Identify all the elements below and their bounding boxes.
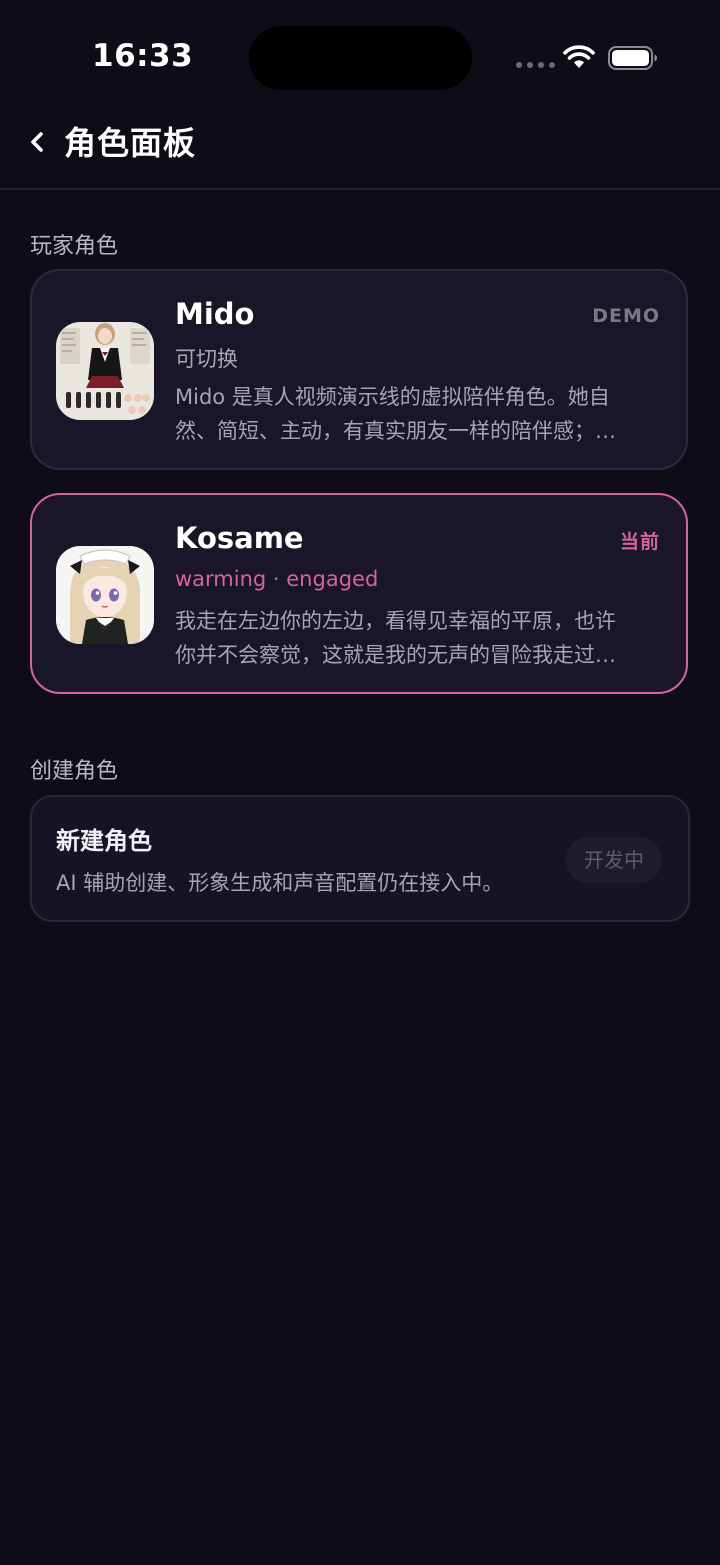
character-mood-status: warming · engaged [175, 567, 379, 591]
dynamic-island [249, 26, 472, 90]
create-character-card: 新建角色 AI 辅助创建、形象生成和声音配置仍在接入中。 开发中 [30, 795, 690, 922]
chevron-left-icon [31, 132, 43, 152]
avatar-kosame [56, 546, 154, 644]
character-description: Mido 是真人视频演示线的虚拟陪伴角色。她自 然、简短、主动，有真实朋友一样的… [175, 380, 665, 448]
wifi-icon [563, 45, 595, 68]
description-line: 然、简短、主动，有真实朋友一样的陪伴感；… [175, 419, 616, 443]
current-badge: 当前 [619, 531, 660, 553]
character-name: Mido [175, 297, 255, 331]
avatar-mido [56, 322, 154, 420]
in-development-badge: 开发中 [566, 837, 662, 883]
create-character-title: 新建角色 [56, 827, 152, 855]
create-character-description: AI 辅助创建、形象生成和声音配置仍在接入中。 [56, 871, 504, 895]
character-name: Kosame [175, 521, 304, 555]
character-description: 我走在左边你的左边，看得见幸福的平原，也许 你并不会察觉，这就是我的无声的冒险我… [175, 604, 665, 672]
battery-icon [608, 46, 657, 70]
section-label-create-character: 创建角色 [30, 759, 119, 784]
page-title: 角色面板 [64, 124, 197, 162]
demo-badge: DEMO [592, 305, 660, 327]
status-time: 16:33 [92, 38, 194, 74]
status-bar: 16:33 [0, 0, 720, 110]
description-line: 我走在左边你的左边，看得见幸福的平原，也许 [175, 609, 616, 633]
character-subtitle: 可切换 [175, 347, 238, 371]
back-button[interactable] [22, 122, 56, 162]
character-card-mido[interactable]: Mido DEMO 可切换 Mido 是真人视频演示线的虚拟陪伴角色。她自 然、… [30, 269, 688, 470]
description-line: Mido 是真人视频演示线的虚拟陪伴角色。她自 [175, 385, 610, 409]
description-line: 你并不会察觉，这就是我的无声的冒险我走过… [175, 643, 616, 667]
section-label-player-characters: 玩家角色 [30, 234, 119, 259]
character-card-kosame[interactable]: Kosame 当前 warming · engaged 我走在左边你的左边，看得… [30, 493, 688, 694]
cellular-signal-icon [516, 62, 555, 68]
navigation-bar: 角色面板 [0, 110, 720, 190]
